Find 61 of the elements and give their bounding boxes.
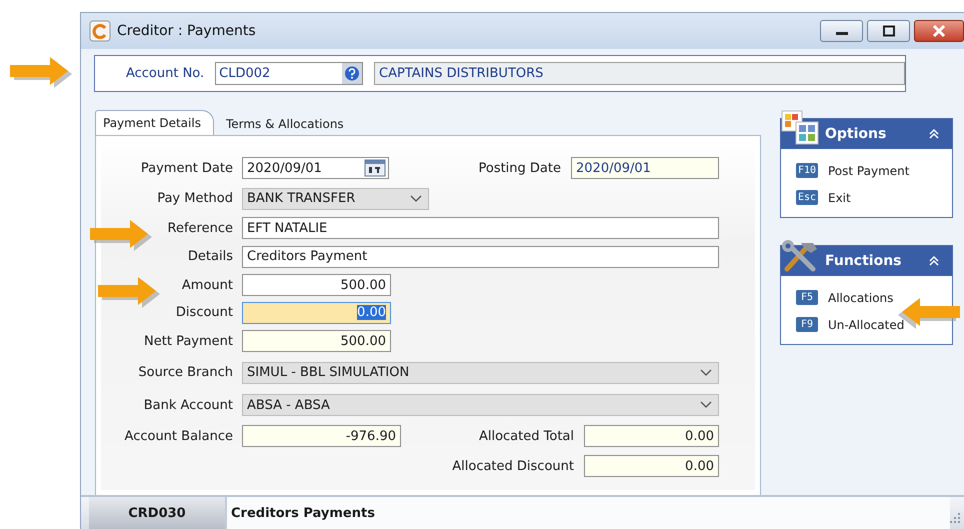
app-logo-icon [89, 20, 111, 42]
menu-link[interactable]: Allocations [828, 290, 894, 304]
calendar-icon[interactable] [364, 159, 386, 177]
reference-field[interactable]: EFT NATALIE [242, 217, 719, 239]
panel-title: Options [825, 126, 888, 142]
maximize-icon [880, 25, 896, 37]
close-button[interactable] [914, 20, 964, 42]
key-badge: F5 [796, 290, 818, 305]
collapse-icon[interactable] [928, 255, 940, 267]
pointer-arrow [10, 56, 74, 88]
pointer-arrow [98, 276, 162, 308]
collapse-icon[interactable] [928, 128, 940, 140]
amount-field[interactable]: 500.00 [242, 274, 391, 296]
account-field[interactable]: CLD002 [215, 62, 364, 85]
key-badge: F9 [796, 317, 818, 332]
key-badge: Esc [796, 190, 818, 205]
resize-grip-icon[interactable] [950, 513, 960, 523]
field-label: Posting Date [478, 160, 561, 176]
date-field[interactable]: 2020/09/01 [242, 157, 389, 179]
window-title: Creditor : Payments [117, 23, 256, 39]
bank-account-dropdown[interactable]: ABSA - ABSA [242, 394, 719, 416]
close-icon [930, 24, 948, 38]
account-name-field: CAPTAINS DISTRIBUTORS [374, 62, 905, 85]
field-label: Source Branch [137, 365, 233, 380]
menu-link[interactable]: Post Payment [828, 164, 910, 178]
screen-title: Creditors Payments [225, 497, 950, 529]
pointer-arrow [90, 219, 154, 251]
allocated-total-field: 0.00 [584, 425, 719, 447]
panel-title: Functions [825, 253, 903, 269]
discount-field[interactable]: 0.00 [242, 302, 391, 324]
details-field[interactable]: Creditors Payment [242, 246, 719, 268]
menu-link[interactable]: Exit [828, 190, 851, 204]
field-label: Account No. [124, 66, 204, 81]
key-badge: F10 [796, 163, 818, 178]
tab[interactable]: Payment Details [95, 110, 214, 135]
field-label: Details [186, 249, 233, 264]
help-icon[interactable] [342, 63, 362, 84]
chevron-down-icon [410, 194, 422, 202]
screen-code: CRD030 [89, 497, 225, 529]
source-branch-dropdown[interactable]: SIMUL - BBL SIMULATION [242, 362, 719, 384]
field-label: Nett Payment [143, 334, 233, 348]
field-label: Amount [180, 278, 233, 292]
chevron-down-icon [700, 401, 712, 409]
field-label: Account Balance [124, 428, 233, 444]
posting-date-field: 2020/09/01 [571, 157, 719, 179]
maximize-button[interactable] [867, 20, 910, 42]
field-label: Pay Method [156, 191, 233, 206]
field-label: Discount [174, 305, 233, 320]
field-label: Allocated Discount [452, 458, 574, 474]
field-label: Allocated Total [478, 428, 574, 444]
minimize-button[interactable] [820, 20, 863, 42]
field-label: Reference [166, 220, 233, 236]
allocated-discount-field: 0.00 [584, 455, 719, 477]
account-balance-field: -976.90 [242, 425, 401, 447]
menu-link[interactable]: Un-Allocated [828, 318, 904, 332]
field-label: Bank Account [142, 398, 233, 412]
pay-method-dropdown[interactable]: BANK TRANSFER [242, 188, 429, 210]
nett-payment-field: 500.00 [242, 330, 391, 352]
tab[interactable]: Terms & Allocations [218, 113, 357, 135]
field-label: Payment Date [140, 160, 233, 176]
chevron-down-icon [700, 368, 712, 376]
